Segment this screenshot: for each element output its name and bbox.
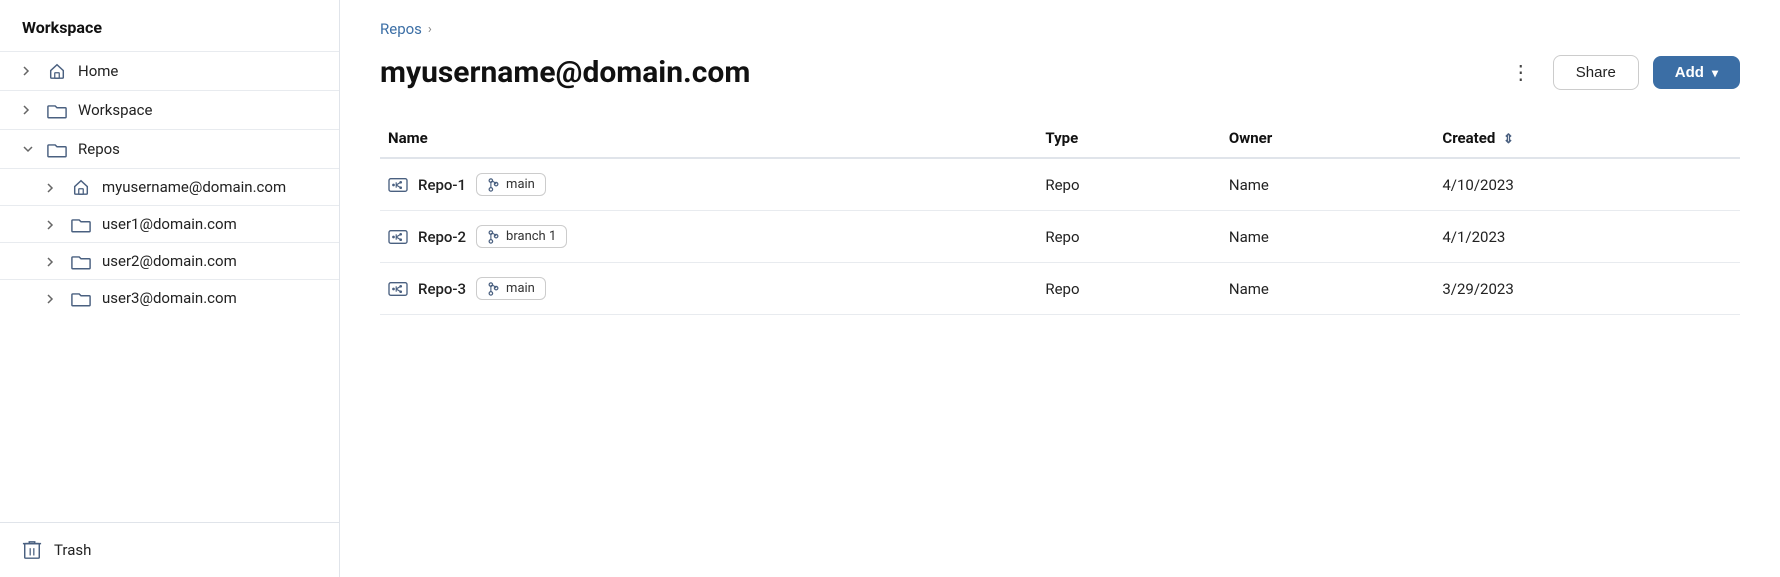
chevron-right-icon [46,254,60,267]
cell-created: 3/29/2023 [1434,263,1740,315]
main-content: Repos › myusername@domain.com ⋮ Share Ad… [340,0,1780,577]
header-actions: ⋮ Share Add ▾ [1503,54,1740,91]
branch-badge[interactable]: main [476,173,546,196]
branch-icon [487,177,500,192]
branch-badge[interactable]: main [476,277,546,300]
col-name: Name [380,119,1037,158]
col-type: Type [1037,119,1221,158]
branch-icon [487,281,500,296]
chevron-right-icon [46,180,60,193]
home-icon [70,178,92,196]
repo-table: Name Type Owner Created ⇕ [380,119,1740,315]
trash-label: Trash [54,541,91,559]
cell-owner: Name [1221,158,1434,211]
sidebar-trash[interactable]: Trash [0,522,339,577]
cell-owner: Name [1221,263,1434,315]
breadcrumb-repos-link[interactable]: Repos [380,20,422,38]
repo-name: Repo-3 [418,280,466,298]
sidebar-item-user3-label: user3@domain.com [102,289,237,307]
cell-name: Repo-2 branch 1 [380,211,1037,263]
repo-name: Repo-1 [418,176,466,194]
chevron-right-icon [22,65,36,77]
table-row: Repo-2 branch 1 RepoName4/1/2023 [380,211,1740,263]
home-icon [46,62,68,80]
sidebar-item-myusername-label: myusername@domain.com [102,178,286,196]
sidebar-item-user3[interactable]: user3@domain.com [0,279,339,316]
chevron-right-icon [46,291,60,304]
col-owner: Owner [1221,119,1434,158]
breadcrumb-separator: › [428,22,432,37]
sidebar-item-workspace-label: Workspace [78,101,317,119]
sidebar-item-user2[interactable]: user2@domain.com [0,242,339,279]
col-created[interactable]: Created ⇕ [1434,119,1740,158]
branch-icon [487,229,500,244]
breadcrumb: Repos › [380,20,1740,38]
chevron-right-icon [22,104,36,116]
chevron-right-icon [46,217,60,230]
table-row: Repo-3 main RepoName3/29/2023 [380,263,1740,315]
cell-created: 4/1/2023 [1434,211,1740,263]
cell-owner: Name [1221,211,1434,263]
repo-icon [388,176,408,194]
page-title: myusername@domain.com [380,55,1503,90]
branch-name: main [506,281,535,296]
cell-type: Repo [1037,158,1221,211]
cell-type: Repo [1037,263,1221,315]
more-options-button[interactable]: ⋮ [1503,54,1539,91]
folder-icon [46,102,68,119]
add-caret-icon: ▾ [1712,66,1718,80]
branch-name: main [506,177,535,192]
share-button[interactable]: Share [1553,55,1639,90]
cell-name: Repo-3 main [380,263,1037,315]
sidebar-item-repos-label: Repos [78,140,317,158]
sidebar-title: Workspace [0,18,339,51]
sidebar-item-home[interactable]: Home [0,51,339,90]
folder-icon [46,141,68,158]
sidebar-item-repos[interactable]: Repos [0,129,339,168]
repo-icon [388,280,408,298]
sidebar-item-user2-label: user2@domain.com [102,252,237,270]
sidebar-item-user1-label: user1@domain.com [102,215,237,233]
table-row: Repo-1 main RepoName4/10/2023 [380,158,1740,211]
sidebar: Workspace Home Workspace Repos [0,0,340,577]
sidebar-item-user1[interactable]: user1@domain.com [0,205,339,242]
trash-icon [22,539,42,561]
sidebar-item-myusername[interactable]: myusername@domain.com [0,168,339,205]
add-button-label: Add [1675,64,1704,81]
cell-type: Repo [1037,211,1221,263]
branch-name: branch 1 [506,229,556,244]
cell-created: 4/10/2023 [1434,158,1740,211]
branch-badge[interactable]: branch 1 [476,225,567,248]
add-button[interactable]: Add ▾ [1653,56,1740,89]
folder-icon [70,253,92,270]
sidebar-item-workspace[interactable]: Workspace [0,90,339,129]
sidebar-item-home-label: Home [78,62,317,80]
chevron-down-icon [22,145,36,153]
repo-name: Repo-2 [418,228,466,246]
sort-icon: ⇕ [1503,132,1514,147]
cell-name: Repo-1 main [380,158,1037,211]
repo-icon [388,228,408,246]
page-header: myusername@domain.com ⋮ Share Add ▾ [380,54,1740,91]
folder-icon [70,216,92,233]
folder-icon [70,290,92,307]
